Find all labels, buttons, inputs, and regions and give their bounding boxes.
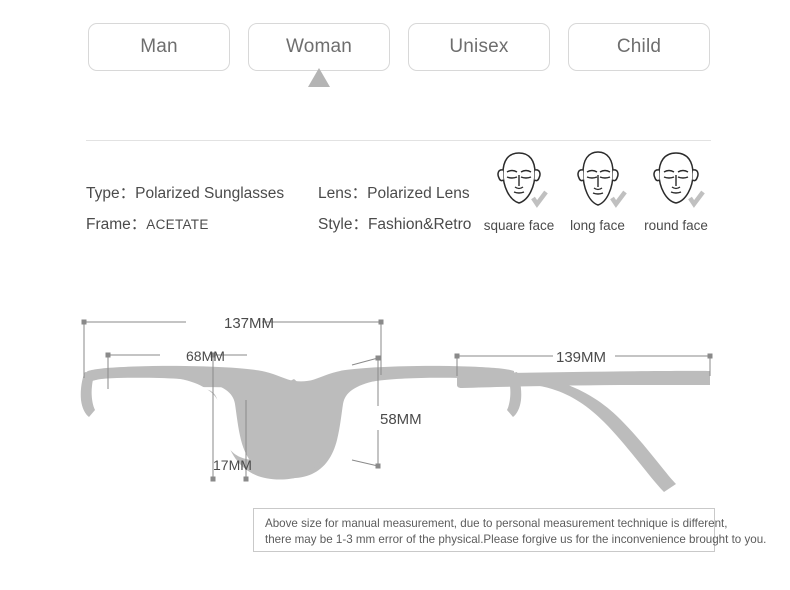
dimension-label-total-width: 137MM (224, 315, 274, 332)
face-shape-label: round face (644, 218, 708, 233)
face-shape-round: round face (637, 148, 715, 233)
spec-value: Fashion&Retro (367, 216, 472, 233)
spec-value: Polarized Sunglasses (135, 185, 285, 202)
category-button-woman[interactable]: Woman (248, 23, 390, 87)
spec-lens: Lens： Polarized Lens (318, 178, 470, 209)
front-dimension-labels: 137MM 68MM 58MM 17MM (186, 315, 422, 473)
front-dimension-lines (83, 321, 382, 478)
glasses-temple-shape (457, 370, 710, 492)
category-button-label: Woman (285, 36, 353, 57)
spec-frame: Frame： ACETATE (86, 209, 318, 240)
section-divider (86, 140, 711, 141)
dimension-label-lens-span: 68MM (186, 348, 225, 364)
spec-key: Lens： (318, 185, 368, 202)
face-shape-long: long face (559, 148, 637, 233)
category-button-label: Unisex (449, 36, 509, 57)
spec-key: Style： (318, 216, 368, 233)
round-face-icon (645, 148, 707, 214)
glasses-front-frame (80, 365, 522, 480)
temple-dimension-markers (454, 353, 713, 359)
dimension-label-temple-length: 139MM (556, 349, 606, 366)
spec-key: Type： (86, 185, 136, 202)
spec-key: Frame： (86, 216, 147, 233)
spec-value: Polarized Lens (367, 185, 470, 202)
face-shape-list: square face long face round face (480, 148, 715, 233)
selected-pointer-icon (308, 68, 330, 87)
spec-row: Type： Polarized Sunglasses Lens： Polariz… (86, 178, 486, 209)
face-shape-square: square face (480, 148, 558, 233)
glasses-front-shape (0, 366, 513, 479)
face-shape-label: long face (570, 218, 625, 233)
spec-row: Frame： ACETATE Style： Fashion&Retro (86, 209, 486, 240)
square-face-icon (488, 148, 550, 214)
dimension-label-bridge-width: 17MM (213, 457, 252, 473)
glasses-front-detail (115, 385, 295, 461)
category-button-label: Man (140, 36, 178, 57)
spec-list: Type： Polarized Sunglasses Lens： Polariz… (86, 178, 486, 240)
disclaimer-line-2: there may be 1-3 mm error of the physica… (265, 533, 767, 546)
category-button-man[interactable]: Man (88, 23, 230, 71)
spec-style: Style： Fashion&Retro (318, 209, 471, 240)
disclaimer-box: Above size for manual measurement, due t… (253, 508, 767, 552)
category-button-child[interactable]: Child (568, 23, 710, 71)
spec-type: Type： Polarized Sunglasses (86, 178, 318, 209)
measurement-diagram: 137MM 68MM 58MM 17MM 139MM (0, 315, 713, 492)
spec-value: ACETATE (146, 217, 209, 232)
dimension-label-lens-height: 58MM (380, 411, 422, 428)
temple-dimension-lines (456, 355, 711, 376)
long-face-icon (567, 148, 629, 214)
front-dimension-markers (81, 319, 384, 482)
face-shape-label: square face (483, 218, 555, 233)
category-button-row: Man Woman Unisex Child (88, 23, 710, 87)
category-button-unisex[interactable]: Unisex (408, 23, 550, 71)
disclaimer-line-1: Above size for manual measurement, due t… (265, 517, 728, 530)
category-button-label: Child (616, 36, 662, 57)
